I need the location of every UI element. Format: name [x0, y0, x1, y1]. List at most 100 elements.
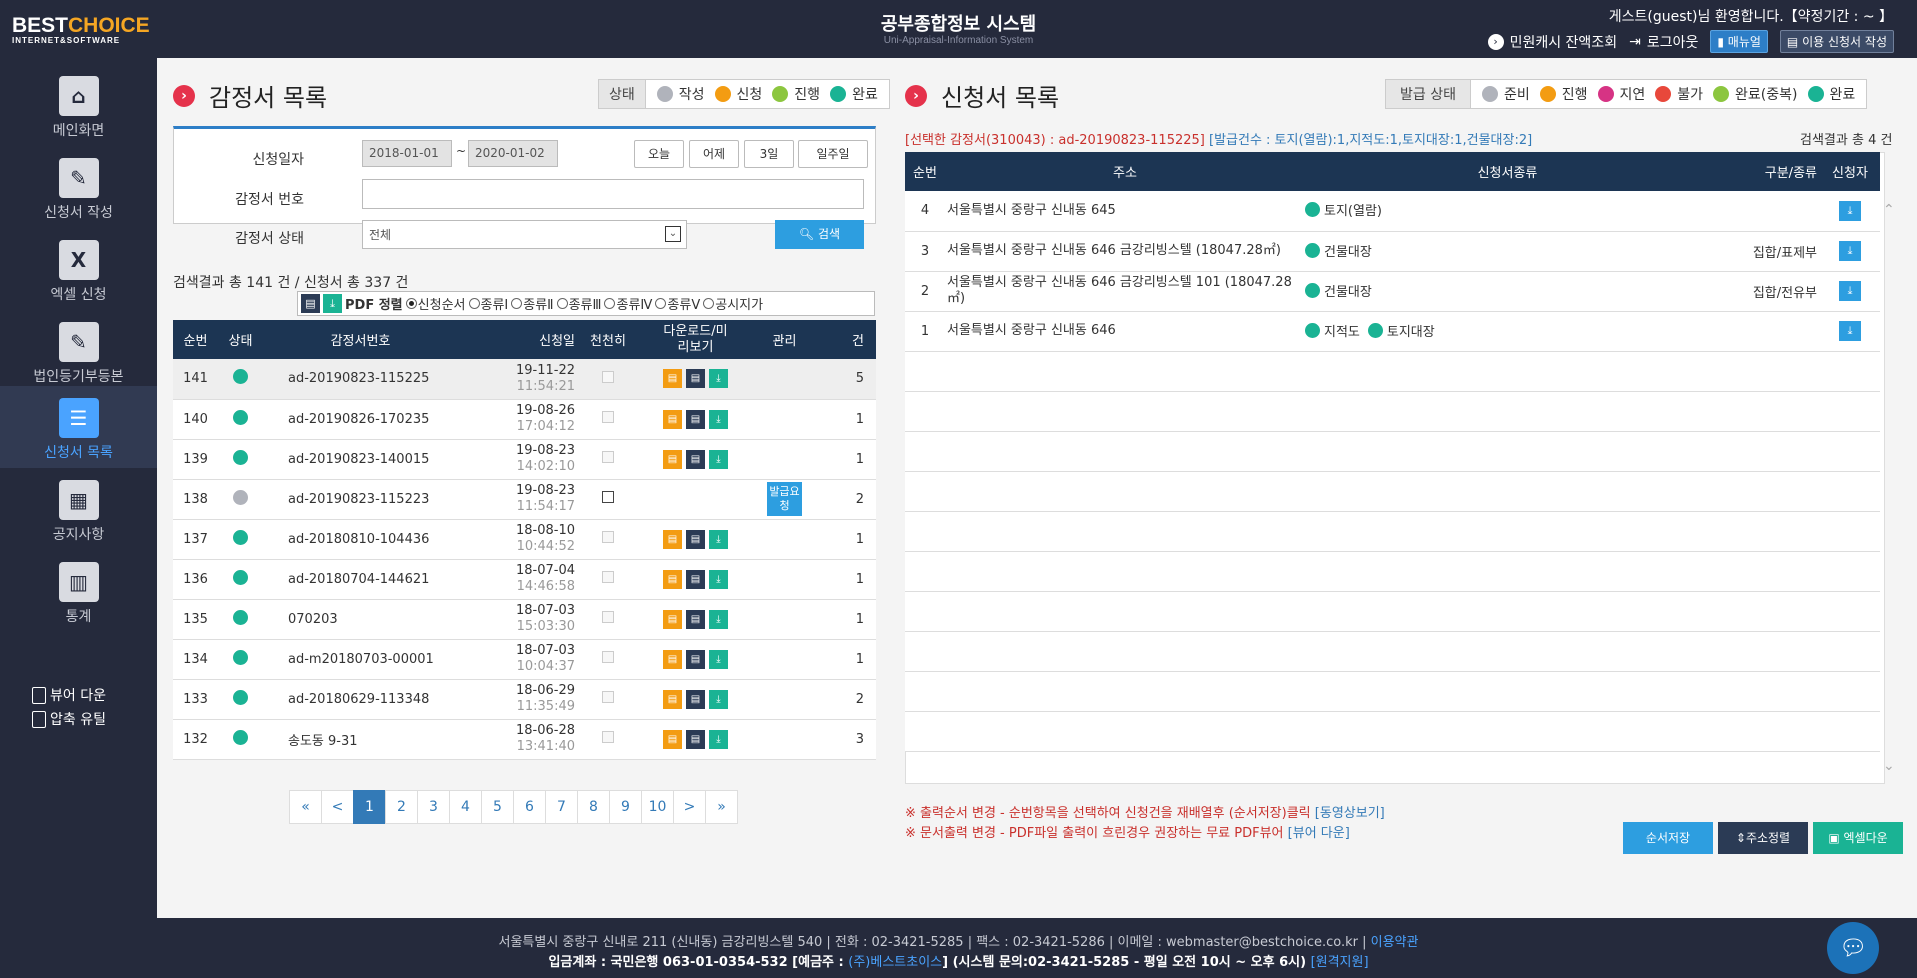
- pdf-icon[interactable]: ▤: [663, 529, 682, 549]
- column-header[interactable]: 감정서번호: [263, 320, 458, 359]
- download-icon[interactable]: ⤓: [709, 449, 728, 469]
- page-button[interactable]: 9: [609, 790, 642, 824]
- sidebar-item-list[interactable]: ☰ 신청서 목록: [0, 386, 157, 468]
- preview-icon[interactable]: ▤: [686, 449, 705, 469]
- slow-checkbox[interactable]: [602, 411, 614, 423]
- chevron-up-icon[interactable]: ⌃: [1883, 202, 1895, 218]
- pdf-icon[interactable]: ▤: [663, 369, 682, 389]
- page-button[interactable]: 5: [481, 790, 514, 824]
- download-icon[interactable]: ⤓: [1839, 200, 1861, 221]
- page-button[interactable]: 7: [545, 790, 578, 824]
- one-week-button[interactable]: 일주일: [798, 140, 868, 168]
- chevron-down-icon[interactable]: ⌄: [1883, 758, 1895, 774]
- download-icon[interactable]: ⤓: [709, 689, 728, 709]
- terms-link[interactable]: 이용약관: [1371, 935, 1419, 950]
- column-header[interactable]: 상태: [218, 320, 263, 359]
- slow-checkbox[interactable]: [602, 491, 614, 503]
- video-link[interactable]: [동영상보기]: [1315, 806, 1385, 821]
- preview-icon[interactable]: ▤: [686, 369, 705, 389]
- three-days-button[interactable]: 3일: [744, 140, 794, 168]
- table-row[interactable]: 3 서울특별시 중랑구 신내동 646 금강리빙스텔 (18047.28㎡) 건물대…: [905, 231, 1880, 272]
- download-icon[interactable]: ⤓: [709, 369, 728, 389]
- scrollbar[interactable]: ⌃ ⌄: [1880, 192, 1897, 784]
- slow-checkbox[interactable]: [602, 731, 614, 743]
- download-icon[interactable]: ⤓: [709, 409, 728, 429]
- preview-icon[interactable]: ▤: [686, 529, 705, 549]
- yesterday-button[interactable]: 어제: [689, 140, 739, 168]
- page-button[interactable]: 8: [577, 790, 610, 824]
- table-row[interactable]: 133 ad-20180629-113348 18-06-29 11:35:49 ▤ ▤ ⤓…: [173, 679, 876, 720]
- pdf-icon[interactable]: ▤: [663, 409, 682, 429]
- sort-radio[interactable]: 공시지가: [703, 294, 763, 313]
- sidebar-item-notice[interactable]: ▦ 공지사항: [0, 468, 157, 550]
- excel-download-button[interactable]: ▣ 엑셀다운: [1813, 822, 1903, 854]
- sort-radio[interactable]: 종류Ⅳ: [604, 294, 652, 313]
- logout-link[interactable]: ⇥ 로그아웃: [1629, 32, 1698, 52]
- remote-support-link[interactable]: [원격지원]: [1311, 955, 1369, 970]
- table-row[interactable]: 2 서울특별시 중랑구 신내동 646 금강리빙스텔 101 (18047.28㎡…: [905, 271, 1880, 312]
- page-button[interactable]: 6: [513, 790, 546, 824]
- download-icon[interactable]: ⤓: [709, 529, 728, 549]
- table-row[interactable]: 132 송도동 9-31 18-06-28 13:41:40 ▤ ▤ ⤓ 3: [173, 719, 876, 760]
- slow-checkbox[interactable]: [602, 691, 614, 703]
- download-icon[interactable]: ⤓: [1839, 241, 1861, 261]
- download-icon[interactable]: ⤓: [709, 649, 728, 669]
- appraisal-no-input[interactable]: [362, 179, 864, 209]
- sidebar-item-corporate[interactable]: ✎ 법인등기부등본: [0, 310, 157, 392]
- table-row[interactable]: 134 ad-m20180703-00001 18-07-03 10:04:37 ▤ ▤ ⤓…: [173, 639, 876, 680]
- manual-button[interactable]: ▮ 매뉴얼: [1710, 30, 1768, 53]
- page-button[interactable]: 2: [385, 790, 418, 824]
- pdf-file-icon[interactable]: ▤: [301, 294, 320, 313]
- page-button[interactable]: «: [289, 790, 322, 824]
- table-row[interactable]: 136 ad-20180704-144621 18-07-04 14:46:58 ▤ ▤ ⤓…: [173, 559, 876, 600]
- slow-checkbox[interactable]: [602, 611, 614, 623]
- company-link[interactable]: (주)베스트초이스: [848, 955, 942, 970]
- save-order-button[interactable]: 순서저장: [1623, 822, 1713, 854]
- page-button[interactable]: 10: [641, 790, 674, 824]
- table-row[interactable]: 1 서울특별시 중랑구 신내동 646 지적도 토지대장 ⤓: [905, 311, 1880, 352]
- table-row[interactable]: 4 서울특별시 중랑구 신내동 645 토지(열람) ⤓: [905, 191, 1880, 232]
- today-button[interactable]: 오늘: [634, 140, 684, 168]
- sort-radio[interactable]: 신청순서: [405, 294, 466, 313]
- date-to-input[interactable]: 2020-01-02: [468, 140, 558, 167]
- search-button[interactable]: 🔍︎ 검색: [775, 220, 864, 249]
- page-button[interactable]: 3: [417, 790, 450, 824]
- sidebar-item-stats[interactable]: ▥ 통계: [0, 550, 157, 632]
- slow-checkbox[interactable]: [602, 651, 614, 663]
- sort-radio[interactable]: 종류Ⅰ: [468, 294, 508, 313]
- zip-util-link[interactable]: 압축 유틸: [32, 709, 106, 729]
- viewer-link[interactable]: [뷰어 다운]: [1288, 826, 1350, 841]
- preview-icon[interactable]: ▤: [686, 609, 705, 629]
- pdf-icon[interactable]: ▤: [663, 729, 682, 749]
- slow-checkbox[interactable]: [602, 571, 614, 583]
- slow-checkbox[interactable]: [602, 531, 614, 543]
- preview-icon[interactable]: ▤: [686, 649, 705, 669]
- sidebar-item-excel[interactable]: X 엑셀 신청: [0, 228, 157, 310]
- pdf-icon[interactable]: ▤: [663, 609, 682, 629]
- status-select[interactable]: 전체 ⌄: [362, 220, 687, 249]
- page-button[interactable]: 4: [449, 790, 482, 824]
- guide-button[interactable]: ▤ 이용 신청서 작성: [1779, 30, 1894, 53]
- download-icon[interactable]: ⤓: [709, 609, 728, 629]
- issue-request-button[interactable]: 발급요청: [767, 482, 802, 516]
- preview-icon[interactable]: ▤: [686, 689, 705, 709]
- address-sort-button[interactable]: ⇕주소정렬: [1718, 822, 1808, 854]
- preview-icon[interactable]: ▤: [686, 569, 705, 589]
- download-icon[interactable]: ⤓: [709, 569, 728, 589]
- sort-radio[interactable]: 종류Ⅲ: [556, 294, 601, 313]
- pdf-icon[interactable]: ▤: [663, 449, 682, 469]
- sort-radio[interactable]: 종류Ⅱ: [511, 294, 554, 313]
- column-header[interactable]: 신청일: [458, 320, 578, 359]
- sidebar-item-write[interactable]: ✎ 신청서 작성: [0, 146, 157, 228]
- page-button[interactable]: »: [705, 790, 738, 824]
- pdf-icon[interactable]: ▤: [663, 569, 682, 589]
- table-row[interactable]: 135 070203 18-07-03 15:03:30 ▤ ▤ ⤓ 1: [173, 599, 876, 640]
- viewer-download-link[interactable]: 뷰어 다운: [32, 685, 106, 705]
- download-icon[interactable]: ⤓: [709, 729, 728, 749]
- pdf-icon[interactable]: ▤: [663, 689, 682, 709]
- page-button[interactable]: <: [321, 790, 354, 824]
- table-row[interactable]: 138 ad-20190823-115223 19-08-23 11:54:17 발급요…: [173, 479, 876, 520]
- preview-icon[interactable]: ▤: [686, 729, 705, 749]
- date-from-input[interactable]: 2018-01-01: [362, 140, 452, 167]
- page-button[interactable]: >: [673, 790, 706, 824]
